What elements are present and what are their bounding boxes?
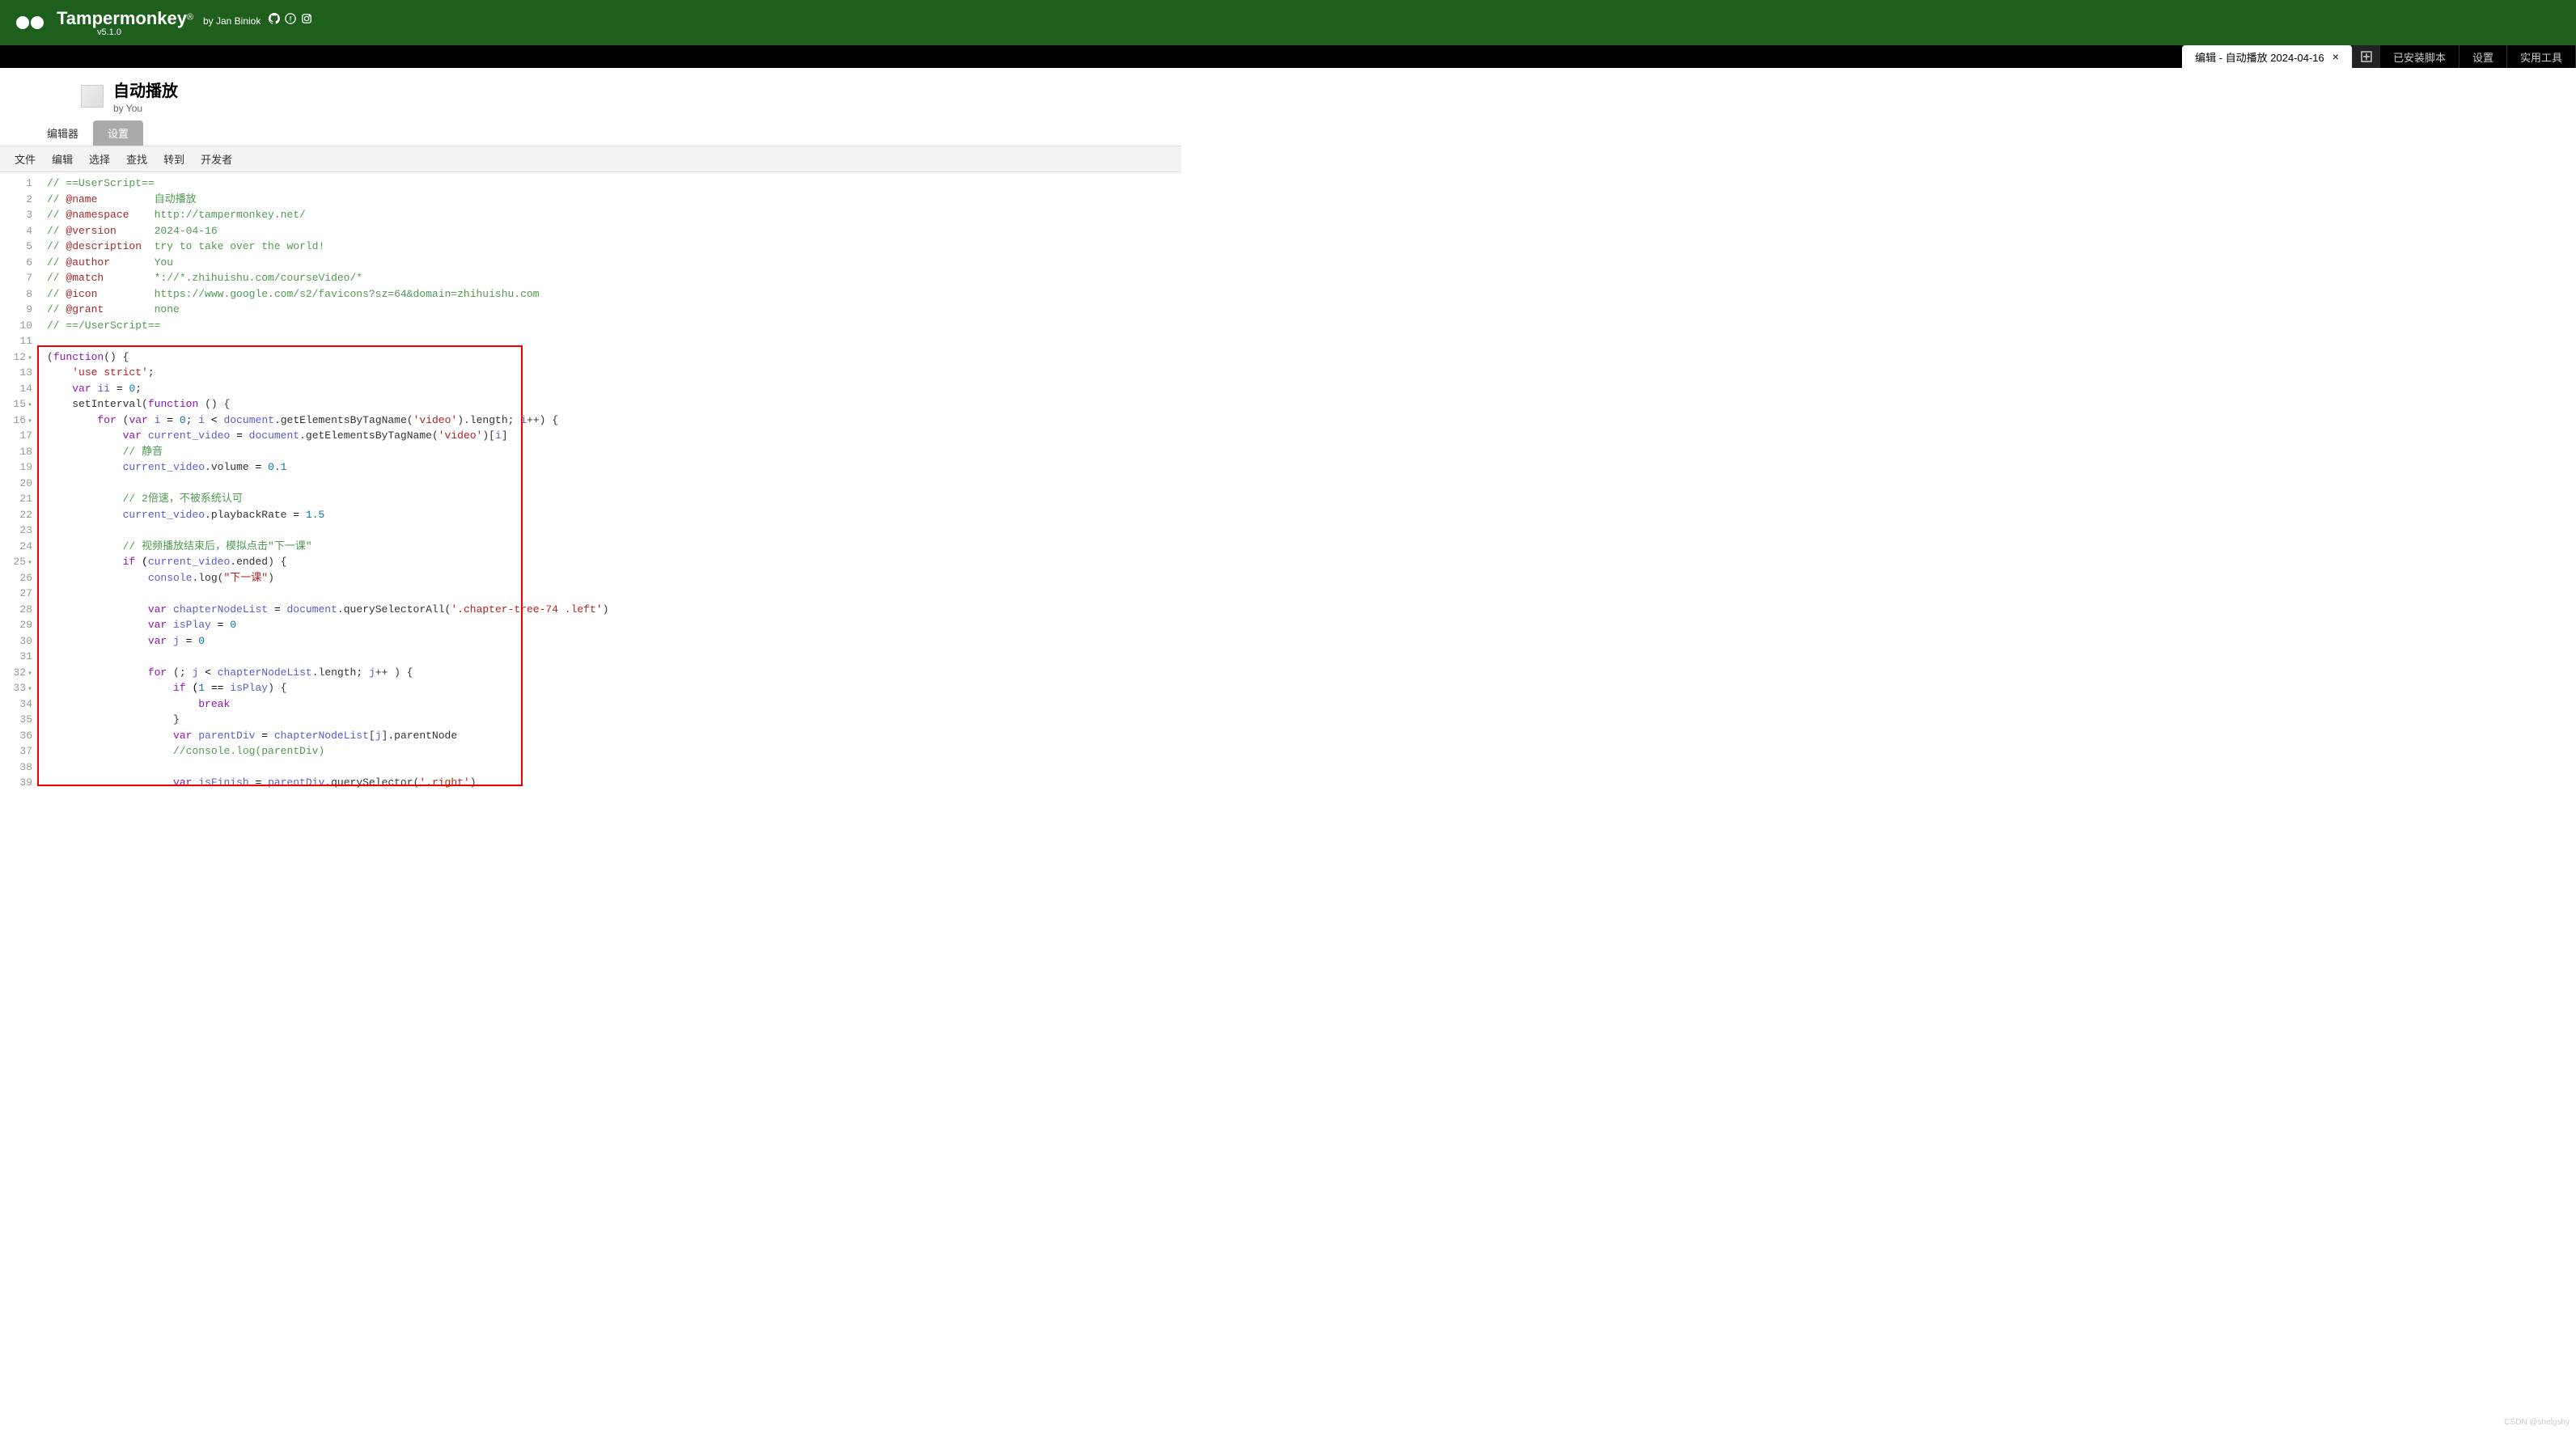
code-line[interactable] (47, 649, 1175, 665)
code-line[interactable]: // 静音 (47, 444, 1175, 460)
menu-dev[interactable]: 开发者 (201, 151, 232, 167)
code-line[interactable]: if (1 == isPlay) { (47, 680, 1175, 696)
code-line[interactable]: for (var i = 0; i < document.getElements… (47, 412, 1175, 429)
code-line[interactable]: setInterval(function () { (47, 396, 1175, 412)
code-line[interactable]: var j = 0 (47, 633, 1175, 649)
brand-name: Tampermonkey (57, 8, 187, 28)
code-line[interactable]: // @namespace http://tampermonkey.net/ (47, 207, 1175, 223)
tab-bar: 编辑 - 自动播放 2024-04-16 × 已安装脚本 设置 实用工具 (0, 45, 2576, 68)
code-line[interactable]: var current_video = document.getElements… (47, 428, 1175, 444)
code-line[interactable]: console.log("下一课") (47, 570, 1175, 586)
tab-installed[interactable]: 已安装脚本 (2380, 45, 2459, 68)
code-line[interactable]: // 视频播放结束后，模拟点击"下一课" (47, 539, 1175, 555)
code-line[interactable]: //console.log(parentDiv) (47, 743, 1175, 759)
code-line[interactable]: (function() { (47, 349, 1175, 366)
code-line[interactable]: // @icon https://www.google.com/s2/favic… (47, 286, 1175, 302)
code-line[interactable]: for (; j < chapterNodeList.length; j++ )… (47, 665, 1175, 681)
script-icon (81, 85, 104, 108)
code-line[interactable]: // @name 自动播放 (47, 192, 1175, 208)
tab-editor-active[interactable]: 编辑 - 自动播放 2024-04-16 × (2182, 45, 2353, 68)
code-line[interactable]: var isPlay = 0 (47, 617, 1175, 633)
code-line[interactable] (47, 476, 1175, 492)
facebook-icon[interactable]: f (285, 13, 296, 24)
script-author: by You (113, 103, 178, 114)
watermark: CSDN @shelgshy (2504, 1418, 2570, 1427)
code-line[interactable]: // 2倍速，不被系统认可 (47, 491, 1175, 507)
code-line[interactable]: var isFinish = parentDiv.querySelector('… (47, 775, 1175, 791)
code-line[interactable]: current_video.volume = 0.1 (47, 459, 1175, 476)
menu-goto[interactable]: 转到 (163, 151, 184, 167)
app-header: Tampermonkey® by Jan Biniok f v5.1.0 (0, 0, 2576, 45)
code-line[interactable]: var parentDiv = chapterNodeList[j].paren… (47, 728, 1175, 744)
code-line[interactable]: var ii = 0; (47, 381, 1175, 397)
code-line[interactable]: if (current_video.ended) { (47, 554, 1175, 570)
code-line[interactable]: } (47, 712, 1175, 728)
close-icon[interactable]: × (2332, 50, 2339, 63)
tab-utilities[interactable]: 实用工具 (2507, 45, 2576, 68)
brand-reg: ® (187, 12, 193, 22)
tab-settings[interactable]: 设置 (2459, 45, 2507, 68)
svg-text:f: f (290, 15, 292, 23)
code-line[interactable]: current_video.playbackRate = 1.5 (47, 507, 1175, 523)
code-line[interactable]: // ==UserScript== (47, 176, 1175, 192)
menu-bar: 文件 编辑 选择 查找 转到 开发者 (0, 146, 1181, 172)
code-line[interactable]: // @match *://*.zhihuishu.com/courseVide… (47, 270, 1175, 286)
code-line[interactable]: var chapterNodeList = document.querySele… (47, 602, 1175, 618)
subtab-bar: 编辑器 设置 (0, 121, 1181, 146)
code-line[interactable]: 'use strict'; (47, 365, 1175, 381)
code-line[interactable]: // @grant none (47, 302, 1175, 318)
menu-find[interactable]: 查找 (126, 151, 147, 167)
code-area[interactable]: // ==UserScript==// @name 自动播放// @namesp… (40, 172, 1181, 794)
brand-block: Tampermonkey® by Jan Biniok f v5.1.0 (57, 8, 312, 37)
code-editor[interactable]: 123456789101112 ▾131415 ▾16 ▾17181920212… (0, 172, 1181, 794)
logo-icon (16, 6, 49, 39)
code-line[interactable] (47, 522, 1175, 539)
menu-file[interactable]: 文件 (15, 151, 36, 167)
code-line[interactable] (47, 586, 1175, 602)
github-icon[interactable] (269, 13, 280, 24)
brand-author: by Jan Biniok (203, 15, 261, 27)
code-line[interactable] (47, 759, 1175, 776)
new-tab-button[interactable] (2353, 45, 2380, 68)
subtab-settings[interactable]: 设置 (93, 121, 143, 146)
script-header: 自动播放 by You (0, 68, 1181, 121)
code-line[interactable]: // ==/UserScript== (47, 318, 1175, 334)
code-line[interactable]: // @author You (47, 255, 1175, 271)
instagram-icon[interactable] (301, 13, 312, 24)
subtab-editor[interactable]: 编辑器 (32, 121, 93, 146)
code-line[interactable]: // @description try to take over the wor… (47, 239, 1175, 255)
line-gutter: 123456789101112 ▾131415 ▾16 ▾17181920212… (0, 172, 40, 794)
menu-select[interactable]: 选择 (89, 151, 110, 167)
script-title: 自动播放 (113, 78, 178, 101)
tab-label: 编辑 - 自动播放 2024-04-16 (2195, 49, 2324, 65)
code-line[interactable] (47, 333, 1175, 349)
code-line[interactable]: break (47, 696, 1175, 713)
menu-edit[interactable]: 编辑 (52, 151, 73, 167)
code-line[interactable]: // @version 2024-04-16 (47, 223, 1175, 239)
